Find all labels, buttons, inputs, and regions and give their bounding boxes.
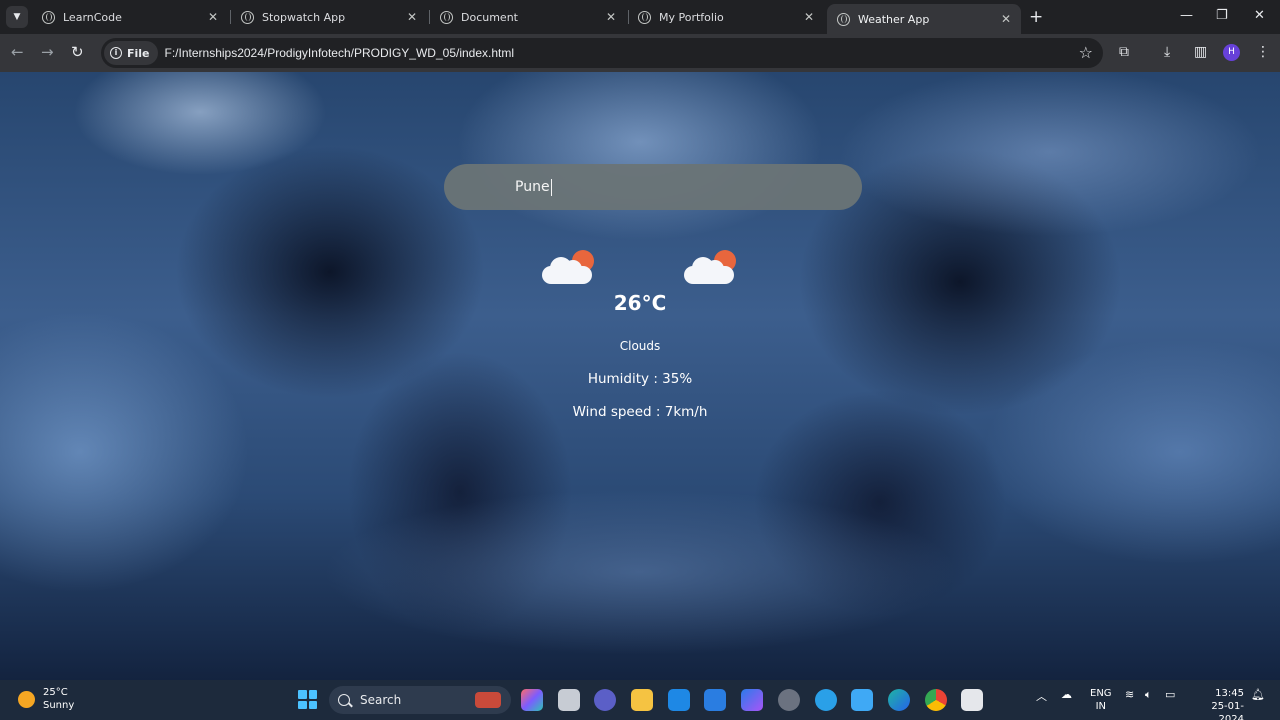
- close-tab-icon[interactable]: ✕: [804, 10, 814, 24]
- humidity-value: Humidity : 35%: [587, 371, 693, 387]
- site-chip-label: File: [127, 46, 150, 60]
- address-bar[interactable]: i File F:/Internships2024/ProdigyInfotec…: [101, 38, 1103, 68]
- clock-time: 13:45: [1215, 688, 1244, 699]
- sun-behind-cloud-icon: [682, 248, 740, 288]
- globe-icon: [440, 10, 453, 24]
- widget-condition: Sunny: [43, 700, 75, 711]
- city-input-value: Pune: [515, 179, 550, 195]
- tab-stopwatch-app[interactable]: Stopwatch App ✕: [231, 4, 427, 30]
- profile-avatar[interactable]: H: [1223, 44, 1240, 61]
- text-caret: [550, 178, 552, 196]
- url-text[interactable]: F:/Internships2024/ProdigyInfotech/PRODI…: [165, 46, 515, 60]
- globe-icon: [638, 10, 651, 24]
- system-clock[interactable]: 13:45 25-01-2024: [1192, 687, 1244, 720]
- teams-chat-icon[interactable]: [594, 689, 616, 711]
- windows-taskbar: 25°C Sunny Search ︿ ☁ ENG IN ≋ 🔈︎ ▭ 13:4…: [0, 680, 1280, 720]
- minimize-icon[interactable]: —: [1180, 8, 1193, 23]
- tab-learncode[interactable]: LearnCode ✕: [32, 4, 228, 30]
- tab-search-icon[interactable]: ▼: [6, 6, 28, 28]
- restore-icon[interactable]: ❐: [1216, 8, 1228, 23]
- tab-my-portfolio[interactable]: My Portfolio ✕: [628, 4, 824, 30]
- extensions-icon[interactable]: ⧉: [1119, 44, 1129, 60]
- onedrive-cloud-icon[interactable]: ☁: [1061, 688, 1072, 701]
- new-tab-button[interactable]: +: [1029, 7, 1043, 27]
- copilot-app-icon[interactable]: [521, 689, 543, 711]
- tab-strip: ▼ LearnCode ✕ Stopwatch App ✕ Document ✕…: [0, 0, 1280, 34]
- search-icon: [338, 694, 350, 706]
- forward-arrow-icon[interactable]: →: [41, 43, 54, 61]
- back-arrow-icon[interactable]: ←: [11, 43, 24, 61]
- globe-icon: [42, 10, 55, 24]
- tab-weather-app[interactable]: Weather App ✕: [827, 4, 1021, 34]
- notification-bell-icon[interactable]: 🔔︎: [1251, 688, 1265, 701]
- input-language-indicator[interactable]: ENG IN: [1090, 687, 1112, 713]
- search-highlight-icon: [475, 692, 501, 708]
- temperature-value: 26°C: [613, 291, 667, 315]
- windows-start-icon[interactable]: [298, 690, 317, 709]
- side-panel-icon[interactable]: ▥: [1194, 44, 1207, 60]
- wind-speed-value: Wind speed : 7km/h: [572, 404, 708, 420]
- snipping-tool-icon[interactable]: [961, 689, 983, 711]
- tab-title: Weather App: [858, 12, 930, 26]
- close-tab-icon[interactable]: ✕: [208, 10, 218, 24]
- tab-document[interactable]: Document ✕: [430, 4, 626, 30]
- close-tab-icon[interactable]: ✕: [606, 10, 616, 24]
- tab-title: Stopwatch App: [262, 10, 346, 24]
- chrome-browser-icon[interactable]: [925, 689, 947, 711]
- close-window-icon[interactable]: ✕: [1254, 8, 1265, 23]
- globe-icon: [837, 12, 850, 26]
- store-app-icon[interactable]: [704, 689, 726, 711]
- more-menu-icon[interactable]: ⋮: [1256, 44, 1270, 60]
- tab-title: Document: [461, 10, 518, 24]
- sun-icon: [18, 690, 35, 708]
- bookmark-star-icon[interactable]: ☆: [1079, 43, 1093, 62]
- notepad-icon[interactable]: [851, 689, 873, 711]
- media-player-icon[interactable]: [741, 689, 763, 711]
- close-tab-icon[interactable]: ✕: [407, 10, 417, 24]
- weather-condition: Clouds: [619, 339, 661, 353]
- clock-date: 25-01-2024: [1211, 701, 1244, 720]
- city-search-input[interactable]: Pune: [515, 178, 552, 196]
- reload-icon[interactable]: ↻: [71, 43, 84, 61]
- city-search-bar[interactable]: Pune: [444, 164, 862, 210]
- tab-title: LearnCode: [63, 10, 122, 24]
- wifi-icon[interactable]: ≋: [1125, 688, 1134, 701]
- taskbar-search-label: Search: [360, 693, 402, 707]
- task-view-icon[interactable]: [558, 689, 580, 711]
- close-tab-icon[interactable]: ✕: [1001, 12, 1011, 26]
- globe-icon: [241, 10, 254, 24]
- weather-widget[interactable]: 25°C Sunny: [18, 686, 74, 712]
- info-icon: i: [110, 47, 122, 59]
- battery-icon[interactable]: ▭: [1165, 688, 1175, 701]
- volume-icon[interactable]: 🔈︎: [1145, 688, 1152, 702]
- download-icon[interactable]: ⤓: [1164, 44, 1170, 60]
- tab-title: My Portfolio: [659, 10, 724, 24]
- weather-app-page: Pune 26°C Clouds Humidity : 35% Wind spe…: [0, 72, 1280, 680]
- settings-gear-icon[interactable]: [778, 689, 800, 711]
- mail-icon[interactable]: [668, 689, 690, 711]
- help-app-icon[interactable]: [815, 689, 837, 711]
- file-explorer-icon[interactable]: [631, 689, 653, 711]
- widget-temperature: 25°C: [43, 687, 68, 698]
- sun-behind-cloud-icon: [540, 248, 598, 288]
- taskbar-search[interactable]: Search: [329, 686, 511, 714]
- browser-toolbar: ← → ↻ i File F:/Internships2024/ProdigyI…: [0, 34, 1280, 72]
- show-hidden-icons-chevron[interactable]: ︿: [1036, 688, 1047, 704]
- edge-browser-icon[interactable]: [888, 689, 910, 711]
- site-info-chip[interactable]: i File: [104, 41, 158, 65]
